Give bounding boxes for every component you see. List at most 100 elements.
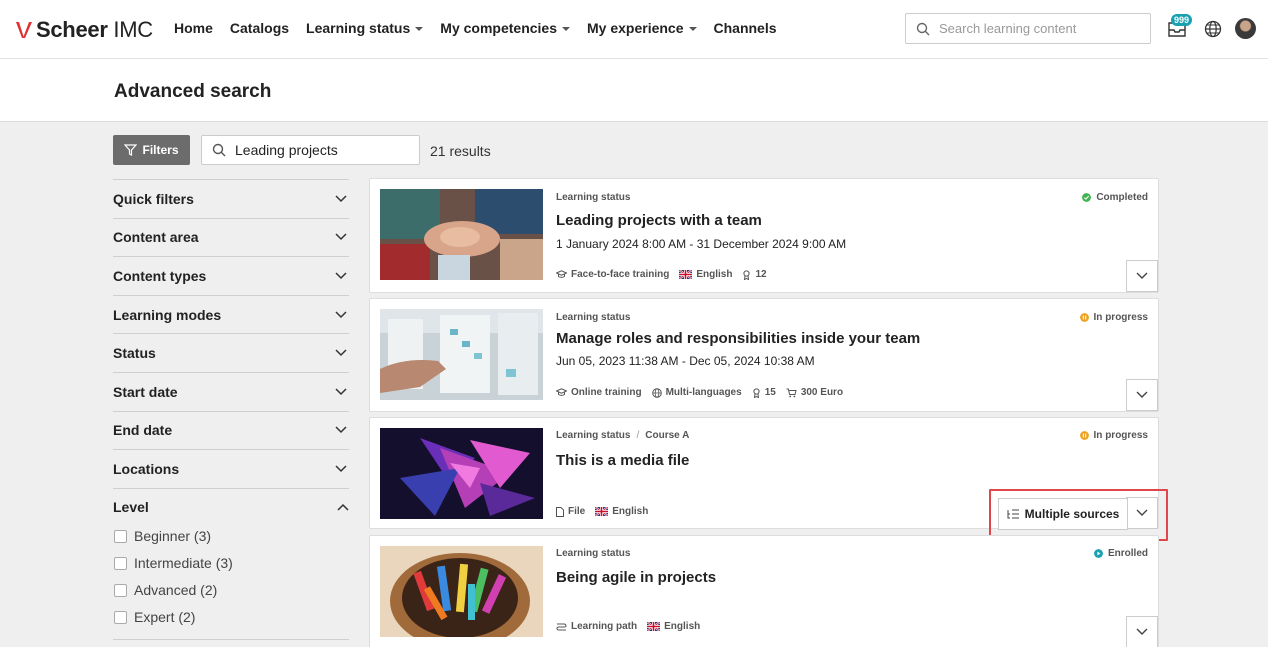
uk-flag-icon (679, 270, 693, 279)
facet-content-types[interactable]: Content types (113, 256, 349, 295)
inbox-badge: 999 (1171, 14, 1193, 26)
card-tags: Learning path English (556, 621, 710, 632)
status-badge: In progress (1079, 312, 1148, 323)
learning-path-icon (556, 623, 567, 630)
nav-my-experience[interactable]: My experience (587, 20, 697, 36)
card-thumbnail-abstract (380, 428, 543, 519)
tag-language: English (647, 621, 700, 632)
nav-home[interactable]: Home (174, 20, 213, 36)
nav-learning-status[interactable]: Learning status (306, 20, 424, 36)
card-thumbnail-pencils (380, 546, 543, 637)
chevron-down-icon (1136, 628, 1148, 635)
facet-start-date[interactable]: Start date (113, 371, 349, 411)
checkbox[interactable] (114, 556, 127, 570)
card-tags: File English (556, 506, 658, 517)
tag-price: 300 Euro (786, 387, 843, 398)
card-title[interactable]: This is a media file (556, 452, 689, 469)
filter-funnel-icon (124, 144, 138, 156)
tag-language: English (679, 269, 732, 280)
tag-type: Face-to-face training (556, 269, 669, 280)
checkbox[interactable] (114, 529, 127, 543)
facet-divider (113, 638, 349, 647)
expand-button[interactable] (1126, 616, 1158, 647)
card-thumbnail-board (380, 309, 543, 400)
search-icon (212, 143, 226, 157)
chevron-down-icon (1136, 391, 1148, 398)
caret-down-icon (415, 26, 424, 31)
card-breadcrumb: Learning status (556, 548, 631, 559)
pause-circle-icon (1079, 313, 1089, 322)
chevron-down-icon (335, 349, 347, 357)
expand-button[interactable] (1126, 379, 1158, 411)
nav-my-competencies[interactable]: My competencies (440, 20, 570, 36)
status-badge: Completed (1082, 192, 1148, 203)
chevron-down-icon (335, 195, 347, 202)
chevron-down-icon (335, 311, 347, 318)
scheer-logo-icon (16, 22, 32, 38)
chevron-down-icon (335, 465, 347, 473)
card-thumbnail-hands (380, 189, 543, 280)
tag-points: 12 (742, 269, 767, 280)
logo[interactable]: Scheer IMC (15, 17, 153, 43)
facet-level-header[interactable]: Level (113, 489, 349, 523)
language-globe-icon[interactable] (1204, 20, 1222, 38)
level-option-beginner[interactable]: Beginner (3) (113, 523, 349, 550)
status-badge: In progress (1079, 430, 1148, 441)
user-avatar[interactable] (1235, 18, 1256, 39)
level-option-advanced[interactable]: Advanced (2) (113, 577, 349, 604)
file-icon (556, 506, 564, 517)
globe-icon (651, 387, 662, 398)
facet-quick-filters[interactable]: Quick filters (113, 179, 349, 218)
card-tags: Online training Multi-languages 15 300 E… (556, 387, 853, 398)
uk-flag-icon (595, 507, 609, 516)
facet-end-date[interactable]: End date (113, 410, 349, 450)
level-option-expert[interactable]: Expert (2) (113, 604, 349, 631)
facet-learning-modes[interactable]: Learning modes (113, 294, 349, 334)
card-title[interactable]: Manage roles and responsibilities inside… (556, 330, 920, 347)
tag-type: File (556, 506, 585, 517)
caret-down-icon (562, 26, 570, 31)
tag-points: 15 (752, 387, 776, 398)
card-breadcrumb: Learning status / Course A (556, 430, 690, 441)
search-icon (916, 22, 930, 35)
filter-sidebar: Quick filters Content area Content types… (113, 179, 349, 647)
expand-button[interactable] (1126, 260, 1158, 292)
cart-icon (786, 388, 797, 397)
medal-icon (753, 387, 760, 398)
chevron-up-icon (337, 503, 349, 511)
medal-icon (743, 269, 751, 280)
nav-catalogs[interactable]: Catalogs (230, 20, 289, 36)
global-search-input[interactable] (939, 21, 1139, 36)
result-card[interactable]: Learning status In progress Manage roles… (369, 298, 1159, 412)
nav-channels[interactable]: Channels (714, 20, 777, 36)
facet-content-area[interactable]: Content area (113, 217, 349, 257)
top-bar: Scheer IMC Home Catalogs Learning status… (0, 0, 1268, 59)
logo-text: Scheer IMC (36, 17, 153, 42)
status-badge: Enrolled (1093, 548, 1148, 559)
page-header: Advanced search (0, 59, 1268, 122)
checkbox[interactable] (114, 610, 127, 624)
filters-button[interactable]: Filters (113, 135, 190, 165)
card-title[interactable]: Being agile in projects (556, 569, 716, 586)
result-card[interactable]: Learning status Completed Leading projec… (369, 178, 1159, 293)
result-card[interactable]: Learning status Enrolled Being agile in … (369, 535, 1159, 647)
tag-type: Learning path (556, 621, 637, 632)
chevron-down-icon (335, 233, 347, 241)
card-date: 1 January 2024 8:00 AM - 31 December 202… (556, 237, 847, 251)
graduation-cap-icon (556, 388, 567, 396)
results-count: 21 results (430, 143, 491, 159)
facet-locations[interactable]: Locations (113, 449, 349, 488)
checkbox[interactable] (114, 583, 127, 597)
graduation-cap-icon (556, 270, 567, 278)
level-option-intermediate[interactable]: Intermediate (3) (113, 550, 349, 577)
multiple-sources-button[interactable]: Multiple sources (998, 498, 1128, 530)
chevron-down-icon (1136, 272, 1148, 279)
page-title: Advanced search (114, 81, 272, 102)
content-search (201, 135, 420, 165)
facet-status[interactable]: Status (113, 333, 349, 372)
play-circle-icon (1093, 549, 1103, 558)
content-search-input[interactable] (235, 142, 405, 158)
card-breadcrumb: Learning status (556, 312, 631, 323)
card-title[interactable]: Leading projects with a team (556, 212, 762, 229)
chevron-down-icon (335, 388, 347, 395)
